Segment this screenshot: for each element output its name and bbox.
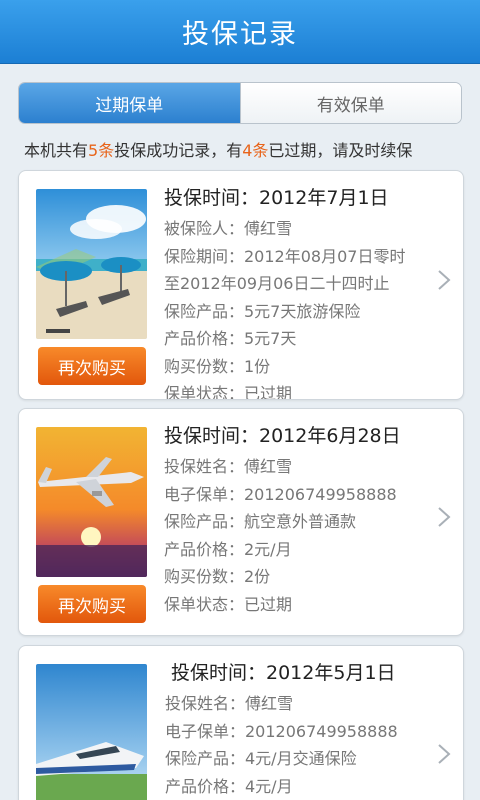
policy-card[interactable]: 再次购买 投保时间：2012年7月1日 被保险人：傅红雪 保险期间：2012年0…: [18, 170, 464, 400]
policy-field: 保险产品：5元7天旅游保险: [164, 301, 361, 321]
policy-field: 投保姓名：傅红雪: [165, 694, 294, 713]
policy-time: 投保时间：2012年6月28日: [164, 425, 401, 447]
policy-field: 保单状态：已过期: [164, 594, 293, 614]
policy-card[interactable]: 再次购买 投保时间：2012年6月28日 投保姓名：傅红雪 电子保单：20120…: [18, 408, 464, 636]
policy-field: 保险期间：2012年08月07日零时: [164, 246, 406, 266]
policy-card[interactable]: 投保时间：2012年5月1日 投保姓名：傅红雪 电子保单：20120674995…: [18, 645, 464, 800]
policy-info: 投保时间：2012年6月28日 投保姓名：傅红雪 电子保单：2012067499…: [164, 423, 434, 618]
beach-image: [36, 189, 147, 339]
summary-prefix: 本机共有: [24, 141, 89, 160]
expired-count: 4条: [242, 141, 269, 160]
record-summary: 本机共有5条投保成功记录，有4条已过期，请及时续保: [24, 137, 474, 161]
policy-field: 电子保单：201206749958888: [165, 721, 398, 741]
tab-valid-policies[interactable]: 有效保单: [239, 83, 461, 123]
policy-time: 投保时间：2012年5月1日: [171, 662, 396, 684]
policy-field: 保险产品：4元/月交通保险: [165, 749, 357, 768]
summary-middle: 投保成功记录，有: [114, 141, 243, 160]
policy-time: 投保时间：2012年7月1日: [164, 187, 389, 209]
buy-again-button[interactable]: 再次购买: [38, 585, 146, 623]
chevron-right-icon[interactable]: [437, 743, 451, 765]
policy-field: 产品价格：4元/月: [165, 776, 293, 796]
policy-field: 保单状态：已过期: [164, 384, 293, 400]
summary-suffix: 已过期，请及时续保: [268, 141, 413, 160]
policy-field: 被保险人：傅红雪: [164, 219, 293, 238]
tab-expired-policies[interactable]: 过期保单: [19, 83, 240, 123]
total-count: 5条: [88, 141, 115, 160]
title-bar: 投保记录: [0, 0, 480, 64]
page-title: 投保记录: [182, 19, 298, 50]
policy-field: 电子保单：201206749958888: [164, 484, 397, 504]
policy-field: 购买份数：2份: [164, 567, 271, 586]
policy-field: 购买份数：1份: [164, 356, 271, 376]
buy-again-button[interactable]: 再次购买: [38, 347, 146, 385]
chevron-right-icon[interactable]: [437, 269, 451, 291]
train-image: [36, 664, 147, 800]
policy-field: 产品价格：5元7天: [164, 329, 297, 348]
policy-field: 投保姓名：傅红雪: [164, 457, 293, 476]
policy-info: 投保时间：2012年5月1日 投保姓名：傅红雪 电子保单：20120674995…: [165, 660, 441, 800]
policy-field: 产品价格：2元/月: [164, 539, 292, 559]
policy-field: 至2012年09月06日二十四时止: [164, 274, 390, 293]
policy-field: 保险产品：航空意外普通款: [164, 512, 357, 531]
policy-tabs: 过期保单 有效保单: [18, 82, 462, 124]
airplane-image: [36, 427, 147, 577]
policy-info: 投保时间：2012年7月1日 被保险人：傅红雪 保险期间：2012年08月07日…: [164, 185, 434, 400]
chevron-right-icon[interactable]: [437, 506, 451, 528]
